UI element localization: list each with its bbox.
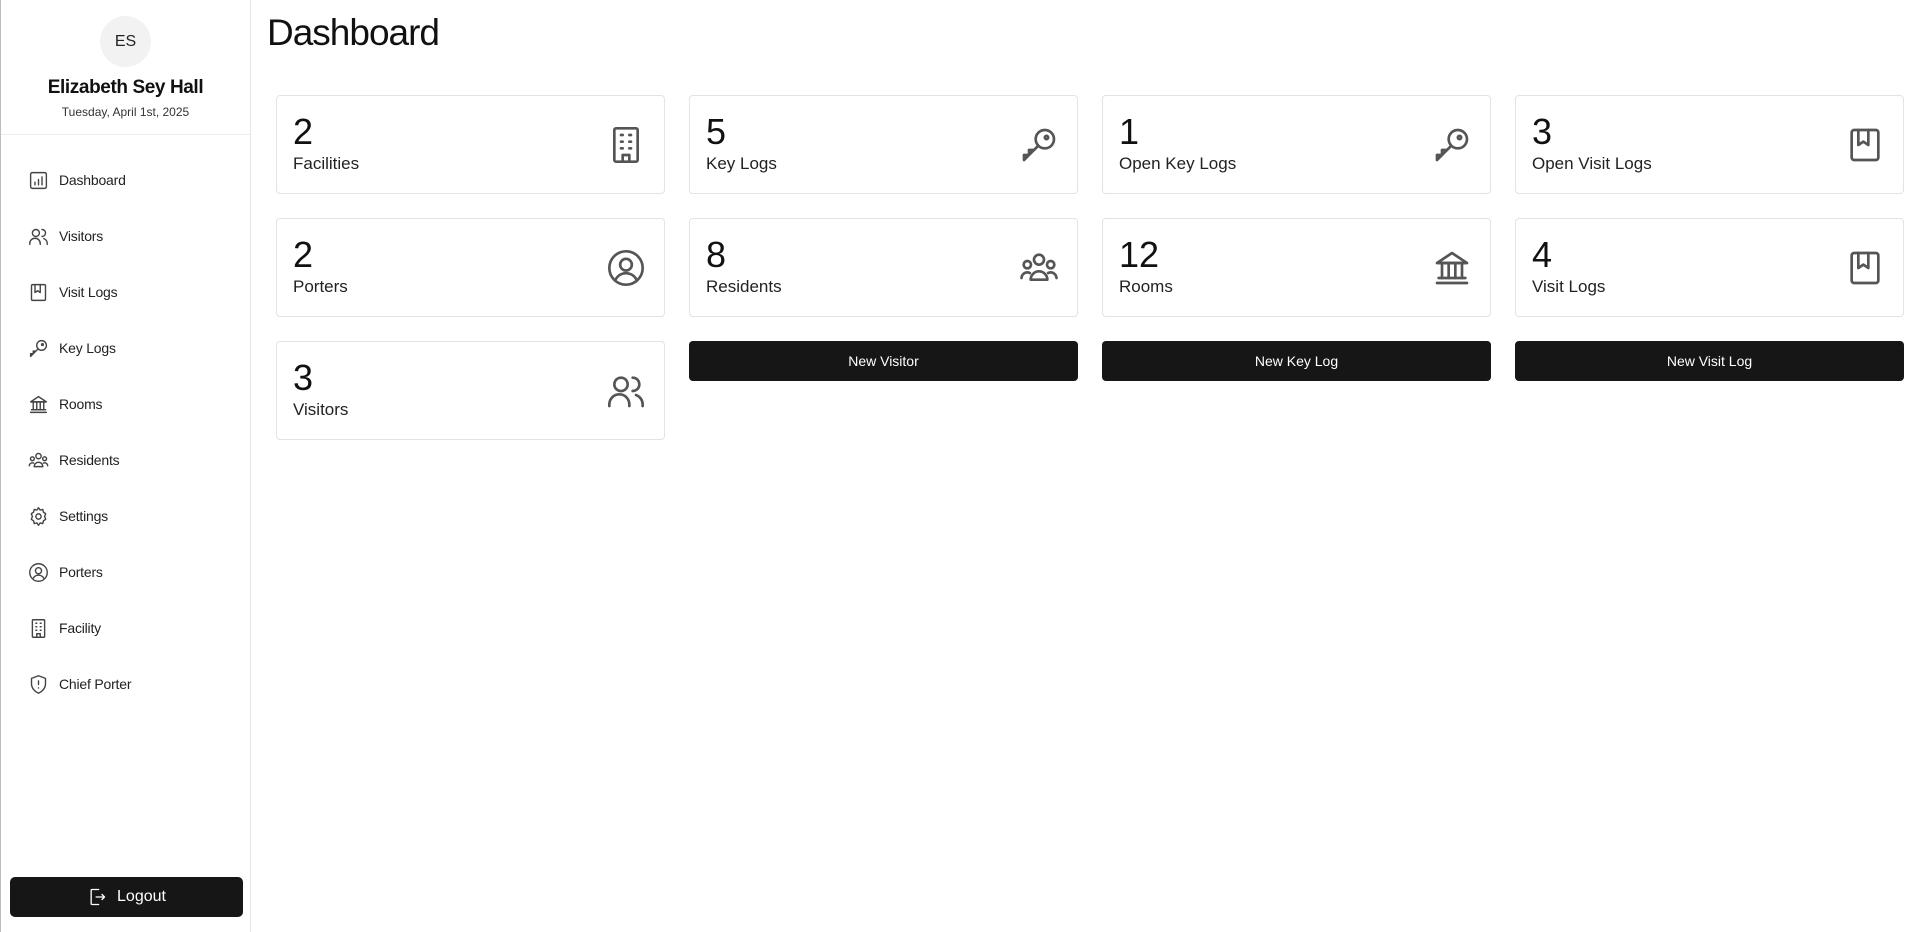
stat-label: Visitors: [293, 400, 349, 419]
main-content: Dashboard 2 Facilities 5 Key Logs 1 Open…: [251, 0, 1919, 932]
stat-card-residents[interactable]: 8 Residents: [689, 218, 1078, 317]
key-icon: [1019, 125, 1059, 165]
new-key-log-button[interactable]: New Key Log: [1102, 341, 1491, 381]
stat-value: 12: [1119, 234, 1160, 275]
sidebar-item-residents[interactable]: Residents: [1, 432, 250, 488]
group-icon: [1019, 248, 1059, 288]
building-icon: [27, 617, 49, 639]
sidebar-item-chief-porter[interactable]: Chief Porter: [1, 656, 250, 712]
sidebar-item-settings[interactable]: Settings: [1, 488, 250, 544]
stat-value: 3: [1532, 111, 1553, 152]
key-icon: [1432, 125, 1472, 165]
stat-card-key-logs[interactable]: 5 Key Logs: [689, 95, 1078, 194]
stat-card-open-visit-logs[interactable]: 3 Open Visit Logs: [1515, 95, 1904, 194]
stat-label: Open Key Logs: [1119, 154, 1237, 173]
stat-label: Rooms: [1119, 277, 1173, 296]
stat-card-rooms[interactable]: 12 Rooms: [1102, 218, 1491, 317]
sidebar-item-rooms[interactable]: Rooms: [1, 376, 250, 432]
logout-label: Logout: [117, 888, 166, 905]
sidebar-item-porters[interactable]: Porters: [1, 544, 250, 600]
users-icon: [606, 371, 646, 411]
stat-value: 1: [1119, 111, 1140, 152]
sidebar-item-label: Facility: [59, 620, 101, 636]
stat-label: Open Visit Logs: [1532, 154, 1652, 173]
users-icon: [27, 225, 49, 247]
sidebar-item-label: Residents: [59, 452, 120, 468]
stat-value: 4: [1532, 234, 1553, 275]
sidebar-nav: Dashboard Visitors Visit Logs Key Logs R…: [1, 135, 250, 712]
current-date: Tuesday, April 1st, 2025: [61, 105, 190, 119]
stat-card-visitors[interactable]: 3 Visitors: [276, 341, 665, 440]
sidebar: ES Elizabeth Sey Hall Tuesday, April 1st…: [0, 0, 251, 932]
sidebar-item-label: Settings: [59, 508, 108, 524]
stat-value: 2: [293, 111, 314, 152]
stat-value: 5: [706, 111, 727, 152]
landmark-icon: [27, 393, 49, 415]
sidebar-item-label: Porters: [59, 564, 103, 580]
logout-button[interactable]: Logout: [10, 877, 243, 917]
gear-icon: [27, 505, 49, 527]
stat-card-visit-logs[interactable]: 4 Visit Logs: [1515, 218, 1904, 317]
chart-icon: [27, 169, 49, 191]
book-icon: [27, 281, 49, 303]
app-root: ES Elizabeth Sey Hall Tuesday, April 1st…: [0, 0, 1919, 932]
stat-label: Key Logs: [706, 154, 777, 173]
user-name: Elizabeth Sey Hall: [47, 77, 204, 98]
stat-card-facilities[interactable]: 2 Facilities: [276, 95, 665, 194]
sidebar-item-label: Chief Porter: [59, 676, 132, 692]
sidebar-item-label: Rooms: [59, 396, 103, 412]
sidebar-item-dashboard[interactable]: Dashboard: [1, 152, 250, 208]
stat-value: 3: [293, 357, 314, 398]
new-visitor-button[interactable]: New Visitor: [689, 341, 1078, 381]
user-circle-icon: [27, 561, 49, 583]
book-icon: [1845, 125, 1885, 165]
stat-label: Visit Logs: [1532, 277, 1606, 296]
sidebar-item-facility[interactable]: Facility: [1, 600, 250, 656]
avatar[interactable]: ES: [100, 16, 151, 67]
stat-label: Porters: [293, 277, 348, 296]
sidebar-item-visit-logs[interactable]: Visit Logs: [1, 264, 250, 320]
sidebar-item-label: Visitors: [59, 228, 104, 244]
sidebar-item-label: Dashboard: [59, 172, 126, 188]
key-icon: [27, 337, 49, 359]
sidebar-item-visitors[interactable]: Visitors: [1, 208, 250, 264]
page-title: Dashboard: [267, 12, 440, 53]
user-circle-icon: [606, 248, 646, 288]
stat-value: 2: [293, 234, 314, 275]
profile-section: ES Elizabeth Sey Hall Tuesday, April 1st…: [1, 0, 250, 135]
group-icon: [27, 449, 49, 471]
shield-icon: [27, 673, 49, 695]
stat-label: Facilities: [293, 154, 360, 173]
stat-label: Residents: [706, 277, 782, 296]
stat-card-porters[interactable]: 2 Porters: [276, 218, 665, 317]
stat-value: 8: [706, 234, 727, 275]
logout-icon: [90, 888, 106, 906]
sidebar-item-key-logs[interactable]: Key Logs: [1, 320, 250, 376]
landmark-icon: [1432, 248, 1472, 288]
sidebar-item-label: Key Logs: [59, 340, 116, 356]
stat-card-open-key-logs[interactable]: 1 Open Key Logs: [1102, 95, 1491, 194]
new-visit-log-button[interactable]: New Visit Log: [1515, 341, 1904, 381]
book-icon: [1845, 248, 1885, 288]
building-icon: [606, 125, 646, 165]
sidebar-item-label: Visit Logs: [59, 284, 118, 300]
